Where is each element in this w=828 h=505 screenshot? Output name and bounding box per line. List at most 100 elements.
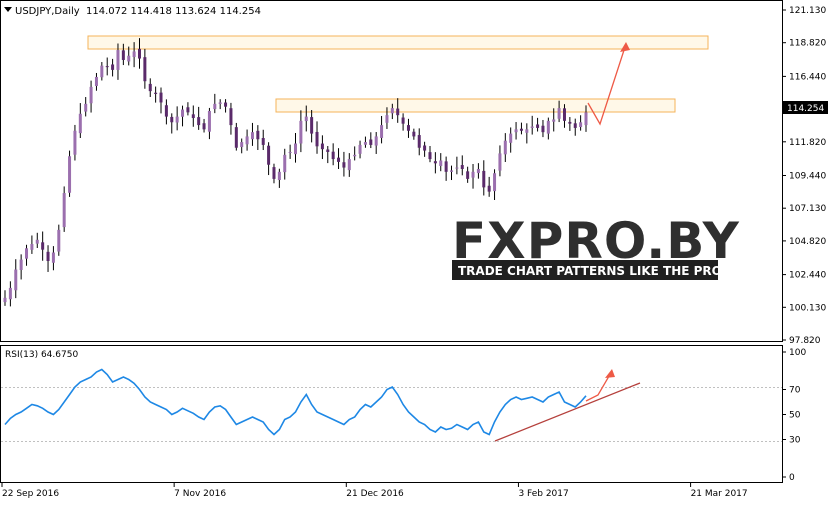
y-tick-label: 111.820 [789,138,826,148]
candle-body [304,116,308,122]
candle-body [369,139,373,145]
candle-body [482,170,486,188]
x-tick-label: 3 Feb 2017 [518,489,568,499]
candle-body [261,138,265,145]
candle-body [105,66,109,68]
candle-body [283,154,287,173]
rsi-panel-frame [0,345,783,483]
candle-body [78,113,82,134]
candle-body [428,152,432,160]
candle-body [417,135,421,148]
x-tick-label: 22 Sep 2016 [2,489,59,499]
candle-body [541,125,545,133]
candle-body [406,125,410,131]
candle-body [89,86,93,104]
candle-body [433,161,437,164]
candle-body [116,50,120,70]
candle-body [170,116,174,123]
candle-body [315,131,319,147]
x-tick-label: 21 Mar 2017 [691,489,748,499]
current-price-label: 114.254 [787,104,824,114]
candle-body [240,142,244,148]
candle-body [439,160,443,166]
candle-body [514,129,518,133]
candle-body [272,167,276,179]
candle-body [331,151,335,160]
candle-body [525,129,529,133]
candle-body [94,76,98,87]
candle-body [14,269,18,291]
ohlc-header: 114.072 114.418 113.624 114.254 [86,6,261,17]
candle-body [374,136,378,146]
candle-body [487,185,491,192]
candle-body [143,57,147,82]
rsi-tick-label: 70 [789,386,801,396]
y-tick-label: 104.820 [789,237,826,247]
candle-body [519,128,523,131]
candle-body [326,149,330,152]
candle-body [256,130,260,140]
candle-body [358,144,362,154]
candle-body [234,127,238,148]
rsi-tick-label: 100 [789,348,806,358]
candle-body [35,239,39,244]
candle-body [294,143,297,155]
candle-body [159,92,163,103]
symbol-label: USDJPY,Daily [15,6,80,17]
candle-body [164,105,168,117]
candle-body [132,51,136,58]
chart-svg: USDJPY,Daily 114.072 114.418 113.624 114… [0,0,828,499]
candle-body [218,102,222,104]
candle-body [579,122,583,128]
rsi-tick-label: 50 [789,411,801,421]
candle-body [68,156,72,193]
candle-body [584,112,588,126]
candle-body [213,103,217,110]
candle-body [444,161,448,172]
candle-body [552,119,556,122]
logo-tagline: TRADE CHART PATTERNS LIKE THE PROS [458,264,731,278]
candle-body [191,114,195,119]
candle-body [8,287,12,300]
y-axis-main: 121.130118.820116.440114.130111.820109.4… [782,6,826,346]
candle-body [342,162,346,168]
y-tick-label: 109.440 [789,171,826,181]
candle-body [30,244,34,250]
y-tick-label: 100.130 [789,303,826,313]
y-tick-label: 102.440 [789,271,826,281]
candle-body [337,157,341,162]
y-axis-rsi: 100 70 50 30 0 [782,348,806,483]
candle-body [396,108,400,116]
y-tick-label: 107.130 [789,204,826,214]
candle-body [267,145,271,165]
candle-body [299,120,303,144]
candle-body [380,125,384,138]
candle-body [546,120,550,134]
candle-body [25,248,29,259]
candle-body [423,145,427,151]
candle-body [229,108,233,126]
candle-body [401,117,405,124]
candle-body [530,126,534,128]
candle-body [127,55,131,62]
candle-body [245,136,249,145]
candle-body [288,151,292,153]
candle-body [455,167,459,169]
candle-body [568,121,572,124]
candle-body [363,142,367,145]
candle-body [73,130,77,155]
y-tick-label: 118.820 [789,39,826,49]
middle-zone [275,98,676,113]
candle-body [84,103,88,112]
candle-body [277,171,281,181]
candle-body [347,159,351,171]
candle-body [498,153,502,171]
candle-body [186,107,190,113]
upper-zone [87,35,709,50]
candle-body [46,251,50,262]
x-axis: 22 Sep 2016 7 Nov 2016 21 Dec 2016 3 Feb 20… [1,483,748,499]
candle-body [412,131,416,137]
rsi-label: RSI(13) 64.6750 [5,350,78,360]
candle-body [466,171,470,179]
candle-body [224,102,228,107]
